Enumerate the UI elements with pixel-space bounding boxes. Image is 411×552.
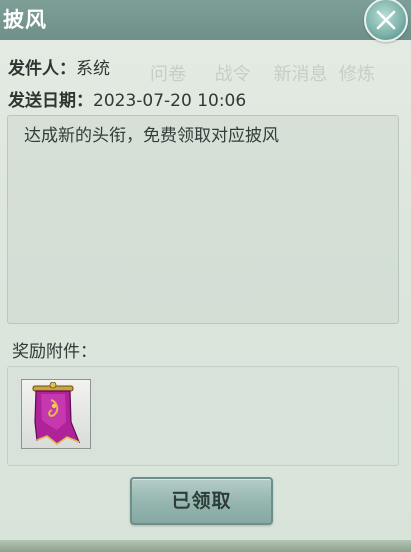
cape-item-icon	[32, 382, 81, 445]
background-decoration-bottom	[0, 540, 411, 552]
sender-label: 发件人：	[8, 59, 76, 79]
message-body-text: 达成新的头衔，免费领取对应披风	[24, 126, 279, 146]
sender-value: 系统	[76, 59, 110, 79]
attachments-box	[7, 366, 399, 466]
attachments-label: 奖励附件：	[12, 342, 97, 362]
close-icon	[376, 10, 396, 30]
claimed-button[interactable]: 已领取	[130, 477, 273, 525]
attachment-item-slot[interactable]	[21, 379, 91, 449]
mail-detail-window: 问卷 战令 新消息 修炼 披风 发件人：系统 发送日期：2023-07-20 1…	[0, 0, 411, 552]
window-title: 披风	[3, 8, 47, 32]
sender-row: 发件人：系统	[8, 54, 110, 79]
title-bar: 披风	[0, 0, 411, 40]
date-row: 发送日期：2023-07-20 10:06	[8, 86, 246, 111]
message-body-box[interactable]: 达成新的头衔，免费领取对应披风	[7, 115, 399, 324]
date-label: 发送日期：	[8, 91, 93, 111]
background-decoration: 问卷 战令 新消息 修炼	[150, 64, 375, 85]
date-value: 2023-07-20 10:06	[93, 91, 247, 111]
close-button[interactable]	[364, 0, 408, 42]
